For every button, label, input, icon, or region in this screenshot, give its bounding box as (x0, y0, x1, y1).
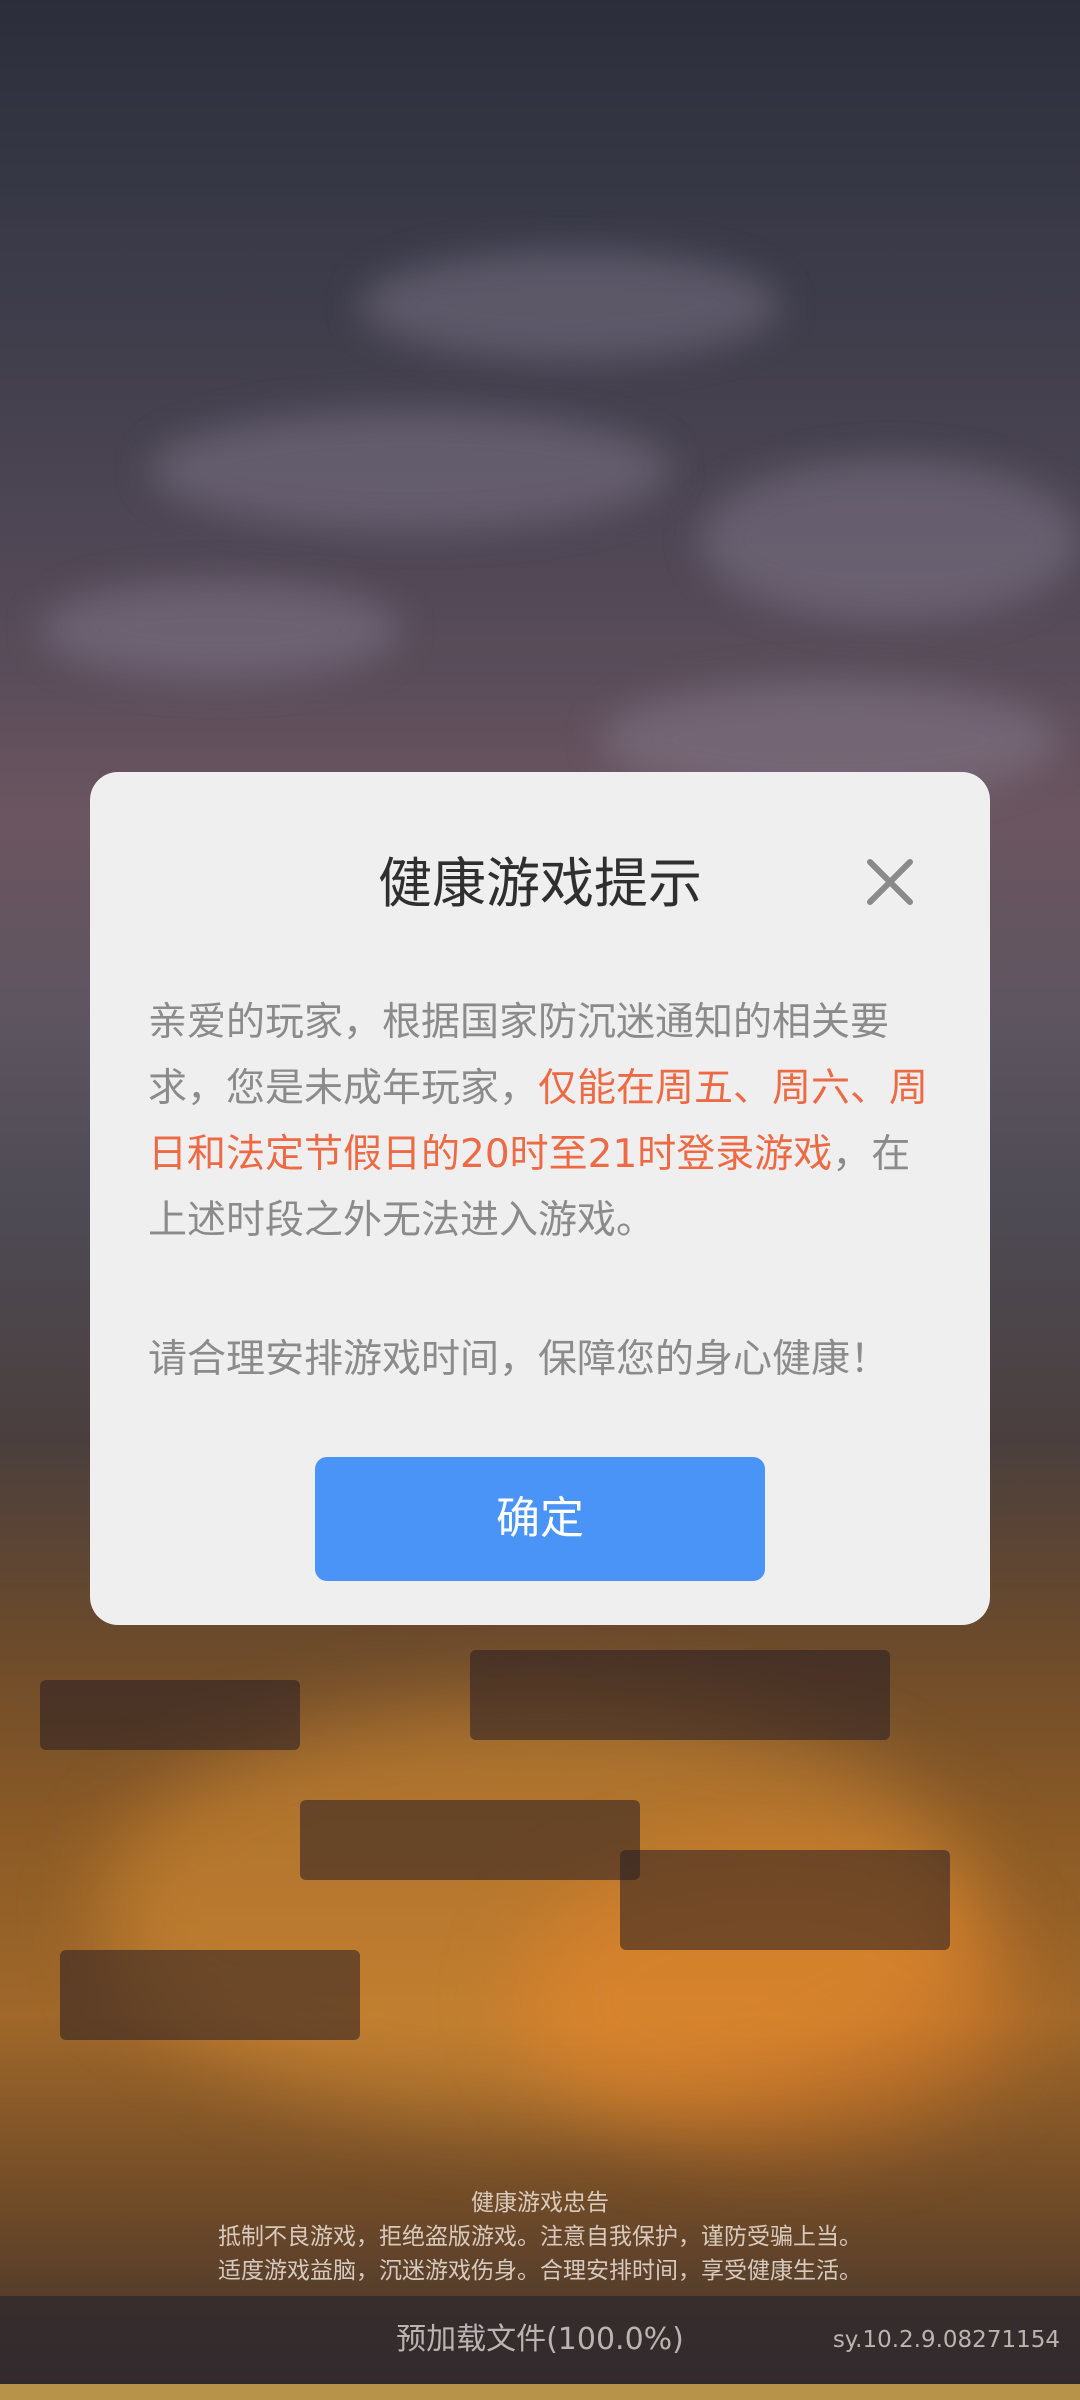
cloud (150, 410, 670, 530)
health-advisory: 健康游戏忠告 抵制不良游戏，拒绝盗版游戏。注意自我保护，谨防受骗上当。 适度游戏… (0, 2186, 1080, 2288)
version-label: sy.10.2.9.08271154 (832, 2327, 1060, 2353)
building-roof (60, 1950, 360, 2040)
cloud (700, 460, 1080, 620)
close-button[interactable] (860, 852, 920, 912)
cloud (360, 250, 780, 360)
progress-fill (0, 2384, 1080, 2400)
loading-bar: 预加载文件(100.0%) sy.10.2.9.08271154 (0, 2296, 1080, 2384)
cloud (40, 580, 400, 680)
close-icon (867, 859, 913, 905)
advisory-line-1: 抵制不良游戏，拒绝盗版游戏。注意自我保护，谨防受骗上当。 (218, 2224, 862, 2250)
health-game-dialog: 健康游戏提示 亲爱的玩家，根据国家防沉迷通知的相关要求，您是未成年玩家，仅能在周… (90, 772, 990, 1625)
advisory-line-2: 适度游戏益脑，沉迷游戏伤身。合理安排时间，享受健康生活。 (218, 2258, 862, 2284)
building-roof (40, 1680, 300, 1750)
dialog-reminder: 请合理安排游戏时间，保障您的身心健康！ (148, 1337, 890, 1382)
advisory-title: 健康游戏忠告 (471, 2190, 609, 2216)
dialog-message: 亲爱的玩家，根据国家防沉迷通知的相关要求，您是未成年玩家，仅能在周五、周六、周日… (148, 990, 948, 1254)
building-roof (620, 1850, 950, 1950)
building-roof (300, 1800, 640, 1880)
confirm-button[interactable]: 确定 (315, 1457, 765, 1581)
building-roof (470, 1650, 890, 1740)
dialog-title: 健康游戏提示 (378, 852, 702, 915)
